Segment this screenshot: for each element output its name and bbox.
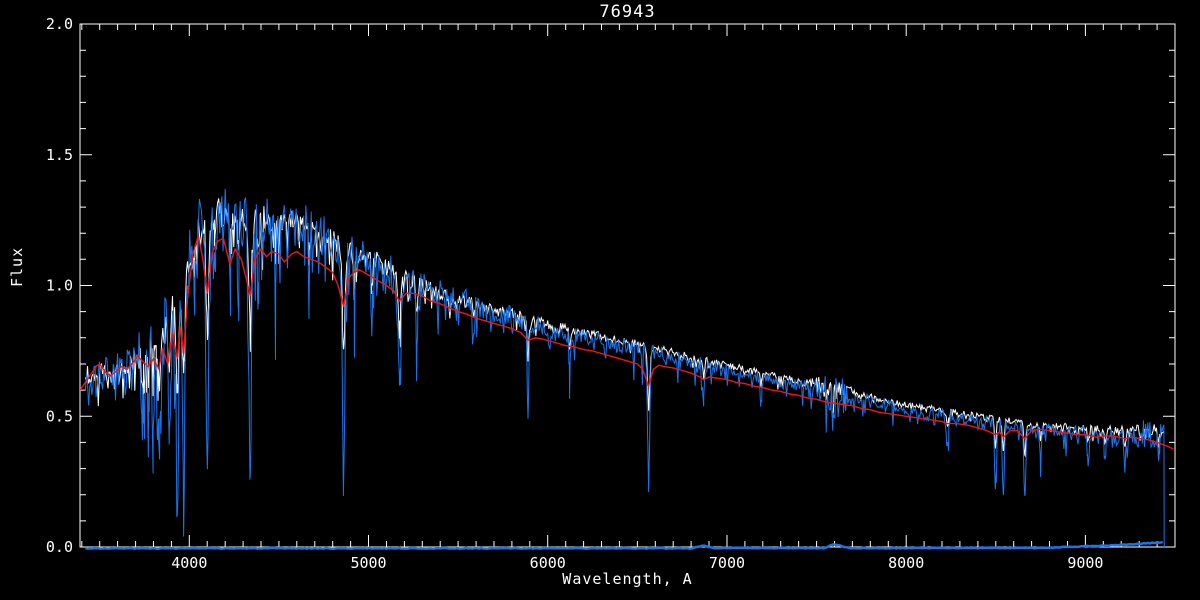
- y-tick-label: 0.5: [46, 407, 73, 425]
- y-tick-label: 1.5: [46, 146, 73, 164]
- axis-box: [79, 23, 1176, 548]
- y-tick-label: 1.0: [46, 277, 73, 295]
- x-tick-label: 7000: [709, 554, 745, 572]
- spectrum-plot: 76943 Flux Wavelength, A 4000 5000 6000 700…: [0, 0, 1200, 600]
- x-tick-label: 6000: [530, 554, 566, 572]
- baseline-line: [85, 540, 1163, 551]
- plot-canvas: 4000 5000 6000 7000 8000 9000 0.0 0.5 1.0 1.5 2.0: [46, 15, 1176, 572]
- observed-spectrum-line: [84, 188, 1165, 549]
- y-tick-label: 2.0: [46, 15, 73, 33]
- axis-ticks: [80, 23, 1176, 548]
- y-tick-label: 0.0: [46, 538, 73, 556]
- x-tick-label: 9000: [1067, 554, 1103, 572]
- x-tick-label: 8000: [888, 554, 924, 572]
- model-fit-line: [80, 235, 1174, 450]
- x-tick-label: 5000: [350, 554, 386, 572]
- x-tick-label: 4000: [171, 554, 207, 572]
